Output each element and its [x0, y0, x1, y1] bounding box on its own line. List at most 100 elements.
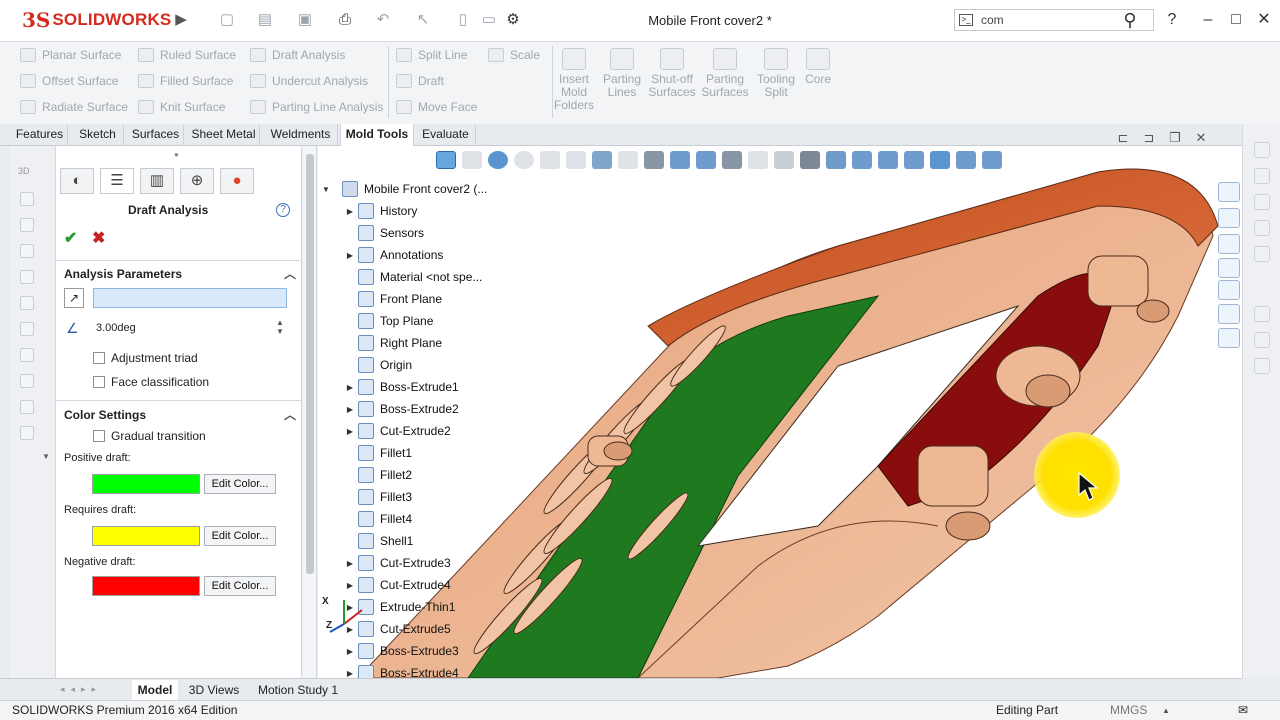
edit-negative-color-button[interactable]: Edit Color...	[204, 576, 276, 596]
tree-item[interactable]: ▶ Cut-Extrude3	[342, 552, 451, 574]
tab-3d-views[interactable]: 3D Views	[184, 680, 244, 700]
comments-icon[interactable]: ✉	[1238, 703, 1248, 717]
tree-item[interactable]: ▶ Boss-Extrude1	[342, 376, 459, 398]
tab-sketch[interactable]: Sketch	[72, 124, 124, 146]
move-face-button[interactable]: Move Face	[396, 96, 480, 118]
tree-item[interactable]: Fillet2	[342, 464, 412, 486]
minimize-icon[interactable]: –	[1196, 8, 1220, 32]
edit-appearance-icon[interactable]	[670, 151, 690, 169]
sketch-tool-icon[interactable]	[20, 374, 34, 388]
expand-icon[interactable]: ▶	[342, 427, 358, 436]
menu-expand-icon[interactable]: ▶	[170, 10, 192, 30]
sketch-tool-icon[interactable]	[20, 218, 34, 232]
undercut-analysis-button[interactable]: Undercut Analysis	[250, 70, 386, 92]
tree-item[interactable]: ▶ Cut-Extrude4	[342, 574, 451, 596]
face-selection-box[interactable]	[93, 288, 287, 308]
parting-line-analysis-button[interactable]: Parting Line Analysis	[250, 96, 386, 118]
forum-icon[interactable]	[1218, 328, 1240, 348]
previous-view-icon[interactable]	[462, 151, 482, 169]
home-icon[interactable]	[1218, 182, 1240, 202]
tab-sheet-metal[interactable]: Sheet Metal	[188, 124, 260, 146]
tree-item[interactable]: Fillet4	[342, 508, 412, 530]
tab-model[interactable]: Model	[132, 680, 178, 700]
hide-show-icon[interactable]	[514, 151, 534, 169]
adjustment-triad-checkbox[interactable]	[93, 352, 105, 364]
tab-weldments[interactable]: Weldments	[264, 124, 338, 146]
left-view-icon[interactable]	[878, 151, 898, 169]
face-classification-checkbox[interactable]	[93, 376, 105, 388]
gradual-transition-option[interactable]: Gradual transition	[93, 429, 206, 443]
view-orientation-icon[interactable]	[436, 151, 456, 169]
expand-icon[interactable]: ▶	[342, 207, 358, 216]
tab-features[interactable]: Features	[12, 124, 68, 146]
design-library-icon[interactable]	[1218, 208, 1240, 228]
dynamic-annotation-icon[interactable]	[618, 151, 638, 169]
sketch-tool-icon[interactable]	[20, 270, 34, 284]
tree-root[interactable]: ▼ Mobile Front cover2 (...	[318, 178, 487, 200]
normal-to-icon[interactable]	[982, 151, 1002, 169]
filled-surface-button[interactable]: Filled Surface	[138, 70, 244, 92]
angle-spinner[interactable]: ▲ ▼	[274, 318, 286, 338]
dimxpert-tab-icon[interactable]: ⊕	[180, 168, 214, 194]
tree-item[interactable]: ▶ History	[342, 200, 417, 222]
face-classification-option[interactable]: Face classification	[93, 375, 209, 389]
four-view-icon[interactable]	[956, 151, 976, 169]
sketch-icon[interactable]	[1254, 332, 1270, 348]
ruled-surface-button[interactable]: Ruled Surface	[138, 44, 244, 66]
restore-left-icon[interactable]: ⊏	[1110, 130, 1136, 146]
display-style-icon[interactable]	[488, 151, 508, 169]
open-document-icon[interactable]: ▤	[254, 10, 276, 30]
sketch-tool-icon[interactable]	[20, 400, 34, 414]
undo-icon[interactable]: ↶	[372, 10, 394, 30]
3d-sketch-icon[interactable]: 3D	[18, 166, 30, 176]
close-icon[interactable]: ✕	[1252, 8, 1276, 32]
tab-motion-study-1[interactable]: Motion Study 1	[250, 680, 346, 700]
tree-item[interactable]: Fillet3	[342, 486, 412, 508]
maximize-icon[interactable]: □	[1224, 8, 1248, 32]
expand-icon[interactable]: ▶	[342, 251, 358, 260]
shut-off-surfaces-button[interactable]: Shut-off Surfaces	[644, 48, 700, 99]
display-manager-tab-icon[interactable]: ●	[220, 168, 254, 194]
tree-item[interactable]: Origin	[342, 354, 412, 376]
edit-positive-color-button[interactable]: Edit Color...	[204, 474, 276, 494]
sketch-tool-icon[interactable]	[20, 426, 34, 440]
view-palette-icon[interactable]	[1218, 258, 1240, 278]
core-button[interactable]: Core	[790, 48, 846, 86]
front-view-icon[interactable]	[826, 151, 846, 169]
sketch-icon[interactable]	[1254, 142, 1270, 158]
expand-arrow-icon[interactable]: ▼	[42, 452, 50, 461]
parting-lines-button[interactable]: Parting Lines	[594, 48, 650, 99]
panel-grip-icon[interactable]: ●	[174, 150, 179, 159]
new-document-icon[interactable]: ▢	[216, 10, 238, 30]
gradual-transition-checkbox[interactable]	[93, 430, 105, 442]
ok-check-icon[interactable]: ✔	[64, 228, 77, 248]
restore-right-icon[interactable]: ⊐	[1136, 130, 1162, 146]
sketch-icon[interactable]	[1254, 194, 1270, 210]
print-icon[interactable]: ⎙	[334, 10, 356, 30]
sketch-tool-icon[interactable]	[20, 296, 34, 310]
view-settings-icon[interactable]	[644, 151, 664, 169]
solidworks-logo[interactable]: 3S SOLIDWORKS	[22, 6, 171, 34]
scale-button[interactable]: Scale	[488, 44, 548, 66]
display-pane-icon[interactable]	[800, 151, 820, 169]
help-icon[interactable]: ?	[1160, 8, 1184, 32]
draft-analysis-button[interactable]: Draft Analysis	[250, 44, 386, 66]
render-tools-icon[interactable]	[774, 151, 794, 169]
sketch-tool-icon[interactable]	[20, 348, 34, 362]
isometric-view-icon[interactable]	[930, 151, 950, 169]
expand-icon[interactable]: ▶	[342, 647, 358, 656]
expand-icon[interactable]: ▶	[342, 405, 358, 414]
sketch-icon[interactable]	[1254, 246, 1270, 262]
right-view-icon[interactable]	[904, 151, 924, 169]
file-properties-icon[interactable]: ▭	[478, 10, 500, 30]
zoom-to-area-icon[interactable]	[566, 151, 586, 169]
expand-icon[interactable]: ▶	[342, 581, 358, 590]
tree-item[interactable]: Material <not spe...	[342, 266, 482, 288]
expand-icon[interactable]: ▶	[342, 669, 358, 678]
planar-surface-button[interactable]: Planar Surface	[20, 44, 130, 66]
tree-item[interactable]: Right Plane	[342, 332, 442, 354]
help-icon[interactable]: ?	[276, 203, 290, 217]
viewport-close-icon[interactable]: ✕	[1188, 130, 1214, 146]
sketch-tool-icon[interactable]	[20, 192, 34, 206]
tab-mold-tools[interactable]: Mold Tools	[340, 124, 414, 146]
